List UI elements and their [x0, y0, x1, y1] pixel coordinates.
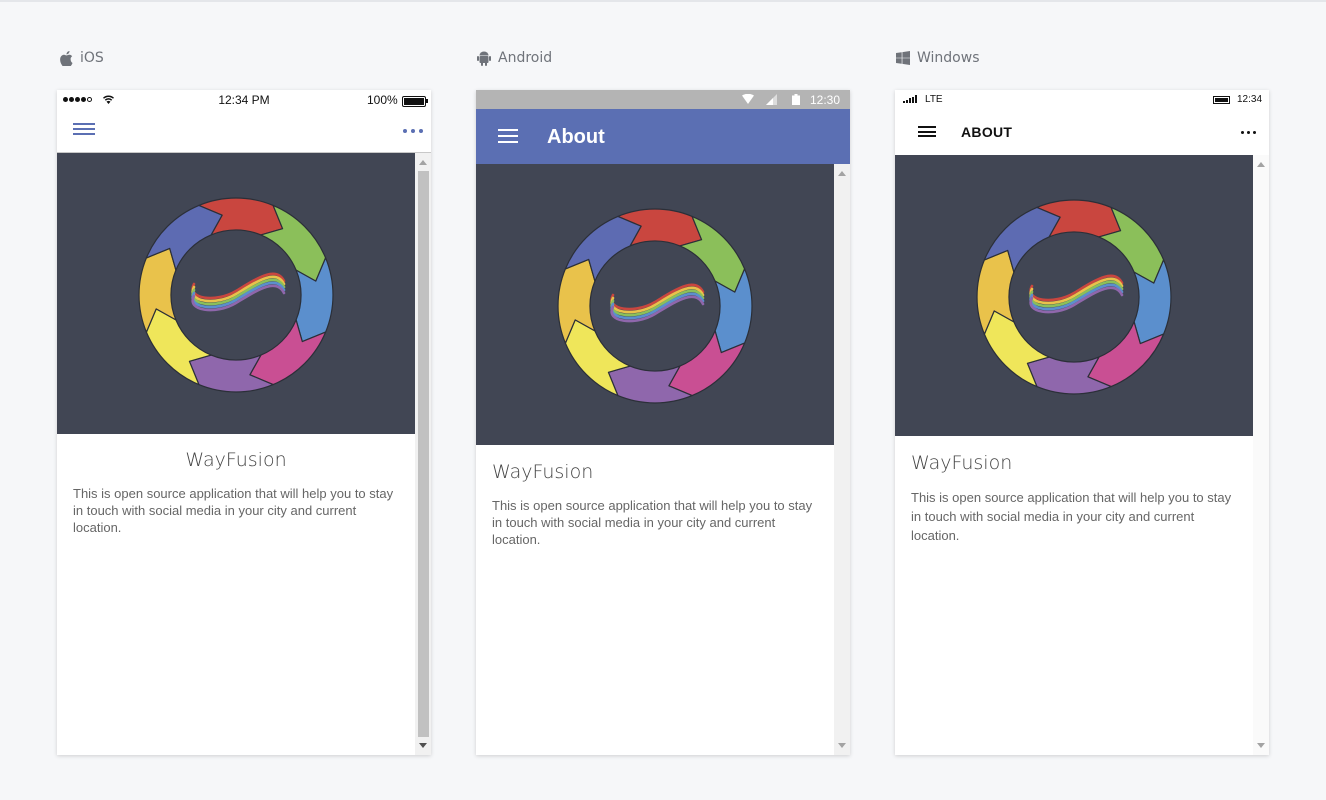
scroll-down-arrow-icon[interactable] — [419, 743, 427, 748]
platform-label-ios: iOS — [58, 49, 104, 67]
battery-percent: 100% — [367, 93, 398, 107]
battery-icon — [792, 94, 800, 105]
platform-label-android: Android — [476, 49, 552, 67]
ios-phone-mockup: 12:34 PM 100% WayFusion This is open sou… — [57, 90, 431, 755]
ios-nav-bar — [57, 110, 431, 153]
cell-signal-icon — [903, 95, 917, 103]
hamburger-menu-icon[interactable] — [498, 129, 518, 143]
scroll-down-arrow-icon[interactable] — [1257, 743, 1265, 748]
scroll-down-arrow-icon[interactable] — [838, 743, 846, 748]
wayfusion-logo — [557, 208, 753, 404]
scroll-up-arrow-icon[interactable] — [1257, 162, 1265, 167]
wayfusion-logo — [138, 197, 334, 393]
more-options-icon[interactable] — [403, 129, 423, 133]
windows-header-bar: ABOUT — [895, 110, 1269, 155]
wayfusion-logo — [976, 199, 1172, 395]
scroll-up-arrow-icon[interactable] — [419, 160, 427, 165]
app-name-title: WayFusion — [185, 449, 287, 471]
platform-label-text: iOS — [80, 50, 104, 66]
top-divider — [0, 0, 1326, 2]
app-name-title: WayFusion — [911, 452, 1013, 474]
app-logo-banner — [895, 155, 1253, 436]
windows-icon — [895, 50, 911, 66]
vertical-scrollbar[interactable] — [1253, 155, 1269, 755]
app-logo-banner — [476, 164, 834, 445]
windows-phone-mockup: LTE 12:34 ABOUT WayFusion This is open s… — [895, 90, 1269, 755]
more-options-icon[interactable] — [1241, 131, 1256, 134]
cell-signal-icon — [766, 94, 777, 105]
platform-label-text: Windows — [917, 50, 980, 66]
platform-label-windows: Windows — [895, 49, 980, 67]
vertical-scrollbar[interactable] — [834, 164, 850, 755]
app-description: This is open source application that wil… — [492, 498, 813, 547]
hamburger-menu-icon[interactable] — [918, 126, 936, 137]
wifi-icon — [742, 94, 754, 104]
battery-icon — [402, 96, 428, 107]
apple-icon — [58, 50, 74, 66]
network-type: LTE — [925, 94, 943, 105]
status-time: 12:34 — [1237, 94, 1263, 105]
android-icon — [476, 50, 492, 66]
status-time: 12:30 — [810, 93, 841, 107]
app-name-title: WayFusion — [492, 461, 594, 483]
platform-label-text: Android — [498, 50, 553, 66]
android-status-bar: 12:30 — [476, 90, 850, 109]
app-description: This is open source application that wil… — [73, 486, 394, 535]
ios-status-bar: 12:34 PM 100% — [57, 90, 431, 110]
android-phone-mockup: 12:30 About WayFusion This is open sourc… — [476, 90, 850, 755]
scrollbar-thumb[interactable] — [418, 171, 429, 737]
scroll-up-arrow-icon[interactable] — [838, 171, 846, 176]
app-logo-banner — [57, 153, 415, 434]
app-description: This is open source application that wil… — [911, 490, 1232, 543]
android-app-bar: About — [476, 109, 850, 164]
hamburger-menu-icon[interactable] — [73, 123, 95, 136]
battery-icon — [1213, 96, 1230, 104]
app-bar-title: About — [547, 126, 605, 148]
page-title: ABOUT — [961, 124, 1013, 140]
vertical-scrollbar[interactable] — [415, 153, 431, 755]
windows-status-bar: LTE 12:34 — [895, 90, 1269, 110]
